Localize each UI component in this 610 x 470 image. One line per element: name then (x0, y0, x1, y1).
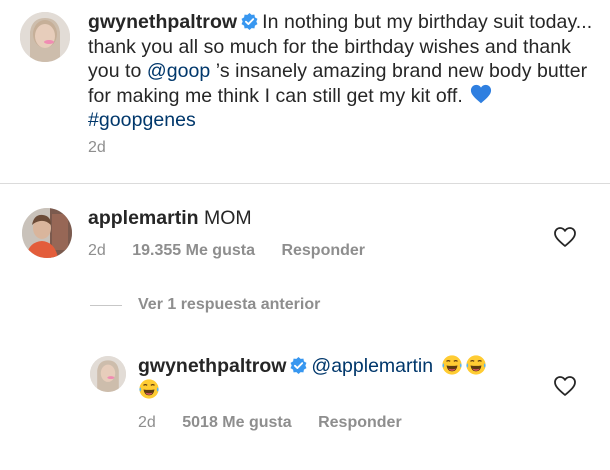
caption-hashtag-link[interactable]: #goopgenes (88, 109, 196, 131)
avatar[interactable] (22, 208, 72, 258)
avatar[interactable] (20, 12, 70, 62)
blue-heart-icon (470, 84, 492, 104)
laughing-tears-icon (465, 354, 487, 376)
laughing-tears-icon (138, 378, 160, 400)
avatar[interactable] (90, 356, 126, 392)
comment-reply-button[interactable]: Responder (281, 242, 365, 259)
heart-outline-icon[interactable] (553, 375, 577, 397)
caption-timestamp[interactable]: 2d (88, 139, 106, 157)
comment-username[interactable]: applemartin (88, 207, 199, 229)
comment-body: MOM (203, 207, 252, 229)
reply-reply-button[interactable]: Responder (318, 414, 402, 431)
comments-panel: gwynethpaltrow In nothing but my birthday… (0, 0, 610, 470)
comment-text: applemartin MOM (88, 206, 252, 230)
comment-meta: 2d 19.355 Me gusta Responder (88, 242, 387, 260)
caption-username[interactable]: gwynethpaltrow (88, 11, 237, 33)
replies-divider-line (90, 305, 122, 306)
reply-meta: 2d 5018 Me gusta Responder (138, 414, 424, 432)
post-caption: gwynethpaltrow In nothing but my birthday… (88, 10, 600, 133)
reply-text: gwynethpaltrow @applemartin (138, 354, 518, 402)
verified-badge-icon (240, 12, 259, 31)
reply-likes-count[interactable]: 5018 Me gusta (182, 414, 291, 431)
reply-timestamp[interactable]: 2d (138, 414, 156, 431)
divider (0, 183, 610, 184)
caption-mention-link[interactable]: @goop (147, 60, 210, 82)
comment-likes-count[interactable]: 19.355 Me gusta (132, 242, 255, 259)
verified-badge-icon (289, 356, 308, 375)
view-replies-button[interactable]: Ver 1 respuesta anterior (138, 296, 320, 314)
reply-username[interactable]: gwynethpaltrow (138, 355, 286, 377)
heart-outline-icon[interactable] (553, 226, 577, 248)
reply-mention-link[interactable]: @applemartin (311, 355, 433, 377)
comment-timestamp[interactable]: 2d (88, 242, 106, 259)
laughing-tears-icon (441, 354, 463, 376)
